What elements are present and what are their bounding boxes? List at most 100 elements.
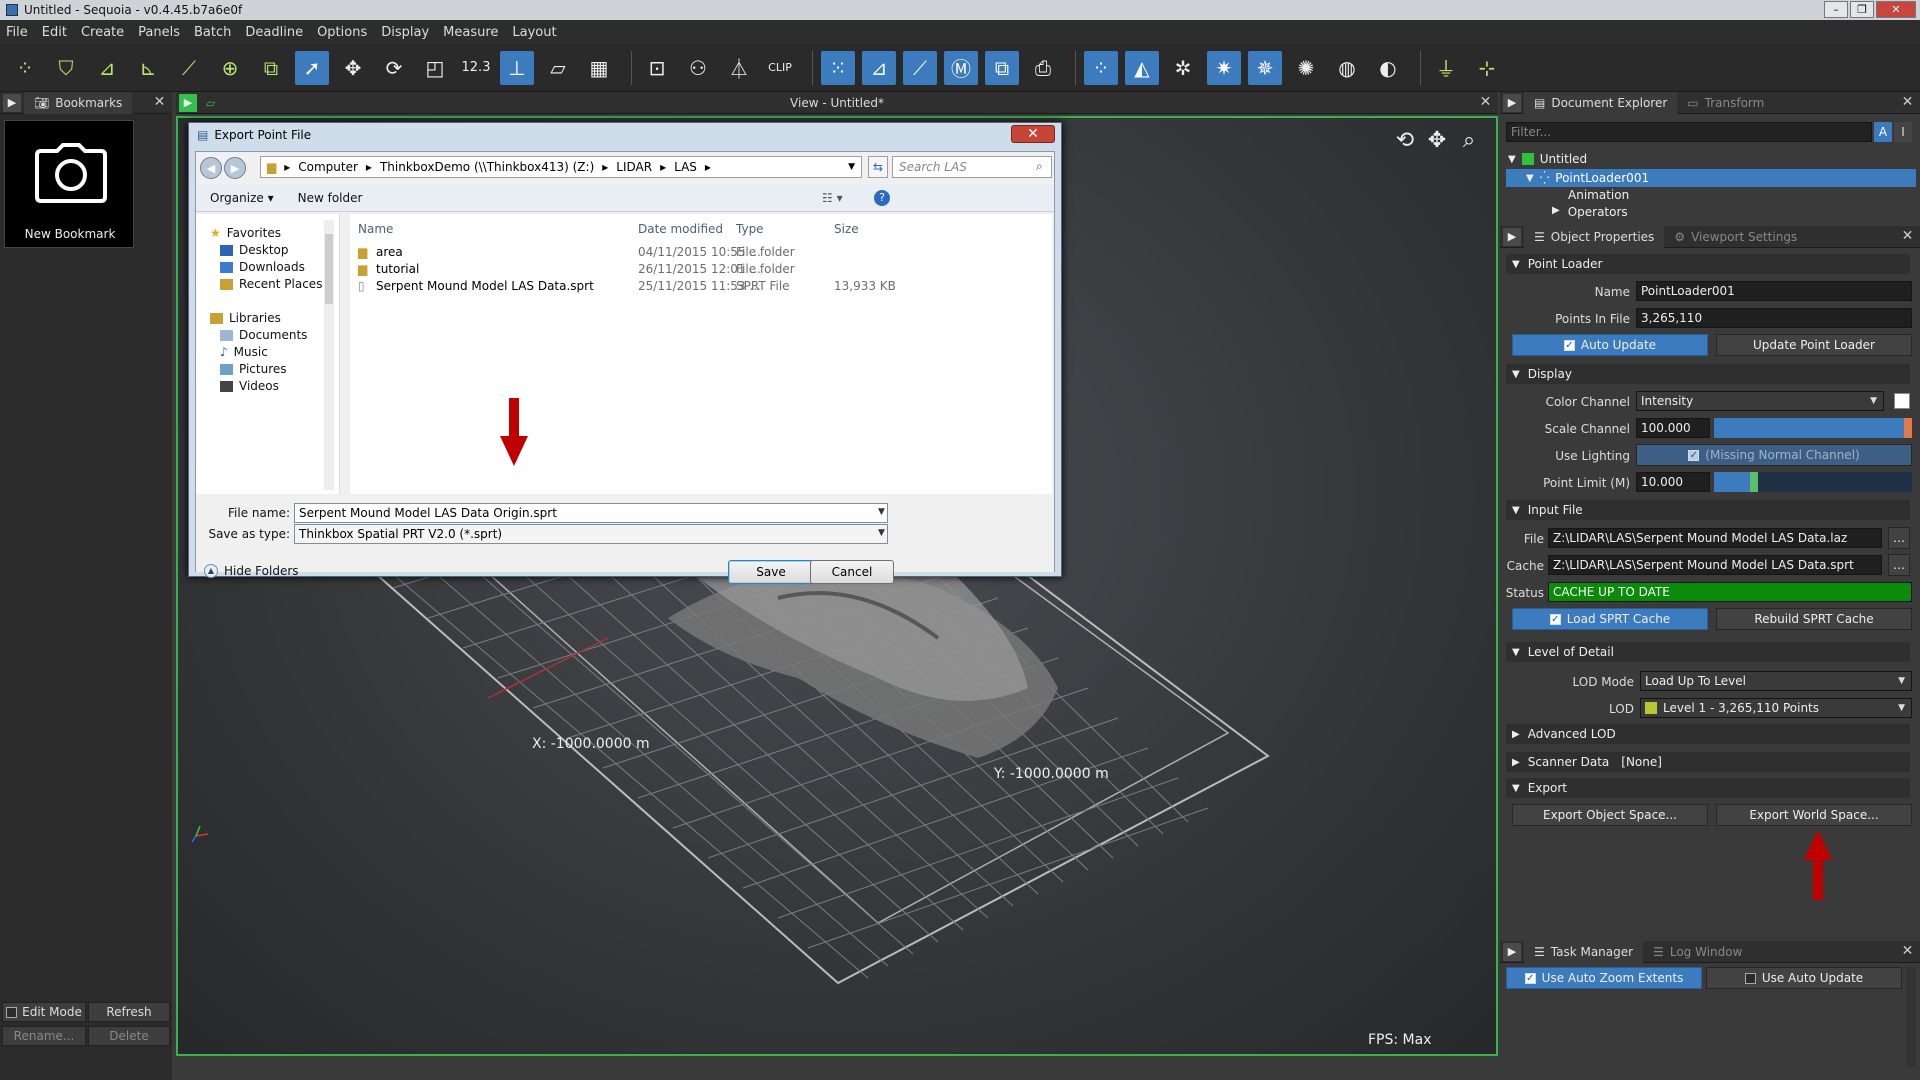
maximize-button[interactable]: ❐ [1850,1,1874,18]
snap-tool-icon[interactable]: 12.3 [459,51,493,85]
slider-handle[interactable] [1750,472,1758,492]
orbit-icon[interactable]: ⟲ [1392,128,1418,154]
file-name-input[interactable]: Serpent Mound Model LAS Data Origin.sprt [294,503,888,523]
tree-root[interactable]: ▼ Untitled [1508,152,1587,166]
tree-node-pointloader[interactable]: ▼ ⁛ PointLoader001 [1506,169,1916,187]
create-points-icon[interactable]: ⁘ [8,51,42,85]
text-cursor-icon[interactable]: I [1894,122,1912,142]
chevron-down-icon[interactable]: ▼ [848,162,855,172]
breadcrumb-lidar[interactable]: LIDAR [616,160,652,174]
view-options-icon[interactable]: ☷ ▾ [822,191,843,205]
export-world-space-button[interactable]: Export World Space... [1716,804,1912,826]
show-points-icon[interactable]: ⁙ [821,50,855,85]
close-icon[interactable]: ✕ [1899,228,1916,245]
scale-channel-slider[interactable] [1714,418,1912,438]
case-icon[interactable]: A [1874,122,1892,142]
rename-button[interactable]: Rename... [2,1026,86,1046]
file-path-field[interactable]: Z:\LIDAR\LAS\Serpent Mound Model LAS Dat… [1548,528,1882,548]
menu-layout[interactable]: Layout [512,25,556,40]
close-window-button[interactable]: ✕ [1876,1,1916,18]
nav-downloads[interactable]: Downloads [220,260,305,274]
globe-icon[interactable]: ◍ [1330,51,1364,85]
menu-display[interactable]: Display [381,25,429,40]
point-display-icon[interactable]: ⁘ [1084,50,1118,85]
sparkle-icon[interactable]: ✲ [1166,51,1200,85]
close-icon[interactable]: ✕ [1899,94,1916,111]
tab-task-manager[interactable]: ☰ Task Manager [1524,940,1644,963]
create-mesh-icon[interactable]: ⊿ [90,51,124,85]
column-name[interactable]: Name [358,222,393,236]
column-size[interactable]: Size [834,222,859,236]
column-type[interactable]: Type [736,222,764,236]
menu-measure[interactable]: Measure [443,25,498,40]
nav-scrollbar[interactable] [324,220,334,490]
menu-panels[interactable]: Panels [138,25,180,40]
section-level-of-detail[interactable]: ▼ Level of Detail [1506,642,1910,662]
menu-create[interactable]: Create [81,25,124,40]
box-tool-icon[interactable]: ▱ [541,51,575,85]
show-mesh-icon[interactable]: ⊿ [862,50,896,85]
show-cameras-icon[interactable]: ⎙ [1026,51,1060,85]
menu-edit[interactable]: Edit [42,25,67,40]
lighting-icon[interactable]: ✷ [1207,50,1241,85]
tree-node-operators[interactable]: ▶ Operators [1552,205,1628,219]
tower-icon[interactable]: ⏃ [722,51,756,85]
auto-zoom-toggle[interactable]: ✓ Use Auto Zoom Extents [1506,967,1702,989]
minimize-button[interactable]: – [1824,1,1848,18]
save-type-select[interactable]: Thinkbox Spatial PRT V2.0 (*.sprt) [294,524,888,544]
lod-mode-select[interactable]: Load Up To Level ▼ [1640,671,1912,691]
rotate-tool-icon[interactable]: ⟳ [377,51,411,85]
focus-icon[interactable]: ⊡ [640,51,674,85]
nav-videos[interactable]: Videos [220,379,279,393]
bookmark-item[interactable]: New Bookmark [4,120,134,248]
search-icon[interactable]: ⌕ [1036,159,1043,174]
create-plane-icon[interactable]: ⟋ [172,51,206,85]
tab-viewport-settings[interactable]: ⚙ Viewport Settings [1664,226,1807,248]
scale-channel-field[interactable]: 100.000 [1636,418,1710,438]
help-icon[interactable]: ? [874,189,890,206]
save-button[interactable]: Save [728,560,814,584]
section-scanner-data[interactable]: ▶ Scanner Data [None] [1506,752,1910,772]
menu-batch[interactable]: Batch [194,25,231,40]
lod-select[interactable]: Level 1 - 3,265,110 Points ▼ [1640,698,1912,718]
breadcrumb[interactable]: ▆ ▸ Computer ▸ ThinkboxDemo (\\Thinkbox4… [260,156,862,178]
tab-object-properties[interactable]: ☰ Object Properties [1524,225,1665,248]
dialog-close-button[interactable]: ✕ [1011,125,1055,143]
menu-options[interactable]: Options [317,25,367,40]
create-mesher-icon[interactable]: ⊾ [131,51,165,85]
auto-update-toggle[interactable]: ✓ Auto Update [1512,334,1708,356]
organize-button[interactable]: Organize ▾ [210,191,274,205]
nav-pictures[interactable]: Pictures [220,362,287,376]
light-points-icon[interactable]: ✵ [1248,50,1282,85]
point-limit-slider[interactable] [1714,472,1912,492]
breadcrumb-drive[interactable]: ThinkboxDemo (\\Thinkbox413) (Z:) [380,160,594,174]
search-input[interactable]: Search LAS [892,156,1052,178]
column-date[interactable]: Date modified [638,222,723,236]
ground-plane-icon[interactable]: ⏚ [1429,51,1463,85]
back-icon[interactable]: ◀ [200,157,222,179]
task-auto-update-toggle[interactable]: Use Auto Update [1706,967,1902,989]
section-point-loader[interactable]: ▼ Point Loader [1506,254,1910,274]
nav-desktop[interactable]: Desktop [220,243,289,257]
cache-path-field[interactable]: Z:\LIDAR\LAS\Serpent Mound Model LAS Dat… [1548,555,1882,575]
tree-node-animation[interactable]: Animation [1568,188,1629,202]
close-icon[interactable]: ✕ [1477,94,1494,111]
show-planes-icon[interactable]: ⟋ [903,50,937,85]
tab-bookmarks[interactable]: 📷︎ Bookmarks [24,91,133,114]
origin-icon[interactable]: ⊹ [1470,51,1504,85]
chevron-down-icon[interactable]: ▼ [878,507,885,517]
panel-toggle-icon[interactable]: ▶ [1503,942,1521,961]
scale-tool-icon[interactable]: ◰ [418,51,452,85]
nav-recent-places[interactable]: Recent Places [220,277,322,291]
select-tool-icon[interactable]: ➚ [295,50,329,85]
browse-file-button[interactable]: … [1888,527,1910,549]
hide-folders-button[interactable]: ▲ Hide Folders [204,564,299,578]
file-row[interactable]: ▆ area 04/11/2015 10:55 ... File folder [350,244,1052,262]
sphere-icon[interactable]: ◐ [1371,51,1405,85]
create-group-icon[interactable]: ⧉ [254,51,288,85]
show-markers-icon[interactable]: Ⓜ [944,50,978,85]
nav-libraries[interactable]: Libraries [210,311,281,325]
file-row[interactable]: ▆ tutorial 26/11/2015 12:01 ... File fol… [350,261,1052,279]
file-row[interactable]: ▯ Serpent Mound Model LAS Data.sprt 25/1… [350,278,1052,296]
slider-handle[interactable] [1904,418,1912,438]
